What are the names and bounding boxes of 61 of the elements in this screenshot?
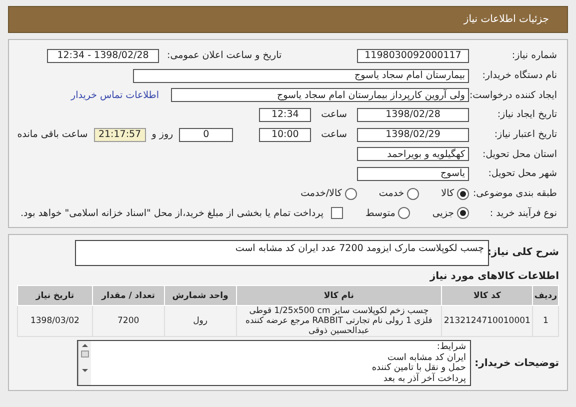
table-cell: چسب زخم لکوپلاست سایز 1/25x500 cm قوطی فلزی 1 رولی نام تجارتی RABBIT مرجع عرضه کننده عبدالحسین ذوقی xyxy=(236,306,442,337)
days-field[interactable]: 0 xyxy=(179,128,234,142)
time-field[interactable]: 12:34 xyxy=(259,108,312,122)
treasury-note: پرداخت تمام یا بخشی از مبلغ خرید،از محل "اسناد خزانه اسلامی" خواهد بود. xyxy=(20,208,324,219)
radio-button[interactable] xyxy=(344,188,357,200)
field-label: ساعت باقی مانده xyxy=(17,129,88,140)
table-cell: 2132124710010001 xyxy=(441,306,533,337)
text-field[interactable]: 1398/02/28 - 12:34 xyxy=(47,48,159,63)
scrollbar[interactable] xyxy=(78,341,91,386)
section-title: اطلاعات کالاهای مورد نیاز xyxy=(428,271,559,282)
note-line: پرداخت آخر آذر به بعد xyxy=(383,374,466,384)
text-field[interactable]: 1198030092000117 xyxy=(357,48,469,63)
remaining-time-field: 21:17:57 xyxy=(94,128,146,142)
radio-button[interactable] xyxy=(407,188,420,200)
column-header: ردیف xyxy=(532,286,558,306)
option-label: کالا xyxy=(441,188,454,200)
field-label: روز و xyxy=(152,129,174,140)
radio-button[interactable] xyxy=(398,207,410,220)
text-field[interactable]: ولی آروین کارپرداز بیمارستان امام سجاد یاسوج xyxy=(171,88,469,102)
table-cell: 1398/03/02 xyxy=(18,306,92,337)
contact-link[interactable]: اطلاعات تماس خریدار xyxy=(70,90,159,101)
field-label: ساعت xyxy=(321,129,347,140)
field-label: نوع فرآیند خرید : xyxy=(488,208,557,219)
date-field[interactable]: 1398/02/28 xyxy=(357,108,469,122)
option-label: جزیی xyxy=(432,208,454,219)
option-label: خدمت xyxy=(378,188,404,200)
field-label: تاریخ اعتبار نیاز: xyxy=(493,129,557,140)
field-label: نام دستگاه خریدار: xyxy=(481,70,557,82)
notes-field[interactable]: شرایط: ایران کد مشابه است حمل و نقل با تامین کننده پرداخت آخر آذر به بعد xyxy=(77,340,471,386)
field-label: توضیحات خریدار: xyxy=(475,358,559,369)
column-header: کد کالا xyxy=(441,286,533,306)
option-label: متوسط xyxy=(365,208,396,219)
field-label: طبقه بندی موضوعی: xyxy=(473,188,557,200)
table-cell: 1 xyxy=(532,306,558,337)
field-label: شماره نیاز: xyxy=(510,50,557,62)
text-field[interactable]: بیمارستان امام سجاد یاسوج xyxy=(133,68,469,83)
field-label: شهر محل تحویل: xyxy=(487,168,557,180)
column-header: واحد شمارش xyxy=(164,286,236,306)
text-field[interactable]: کهگیلویه و بویراحمد xyxy=(357,147,469,162)
radio-button[interactable] xyxy=(457,207,469,220)
field-label: ایجاد کننده درخواست: xyxy=(473,90,557,101)
table-cell: 7200 xyxy=(92,306,164,337)
radio-button[interactable] xyxy=(457,188,469,200)
field-label: ساعت xyxy=(321,109,347,120)
page-header: جزئیات اطلاعات نیاز xyxy=(8,6,568,33)
column-header: نام کالا xyxy=(236,286,442,306)
note-line: شرایط: xyxy=(436,342,466,353)
note-line: حمل و نقل با تامین کننده xyxy=(372,363,466,374)
text-field[interactable]: یاسوج xyxy=(357,166,469,181)
summary-field[interactable]: چسب لکوپلاست مارک ایزومد 7200 عدد ایران کد مشابه است xyxy=(75,240,489,266)
column-header: تاریخ نیاز xyxy=(18,286,92,306)
time-field[interactable]: 10:00 xyxy=(259,128,312,142)
checkbox[interactable] xyxy=(331,207,344,220)
field-label: تاریخ و ساعت اعلان عمومی: xyxy=(167,50,283,62)
field-label: تاریخ ایجاد نیاز: xyxy=(496,109,557,120)
column-header: تعداد / مقدار xyxy=(92,286,164,306)
date-field[interactable]: 1398/02/29 xyxy=(357,128,469,142)
field-label: استان محل تحویل: xyxy=(481,148,557,160)
option-label: کالا/خدمت xyxy=(300,188,342,200)
table-cell: رول xyxy=(164,306,236,337)
note-line: ایران کد مشابه است xyxy=(388,352,466,363)
